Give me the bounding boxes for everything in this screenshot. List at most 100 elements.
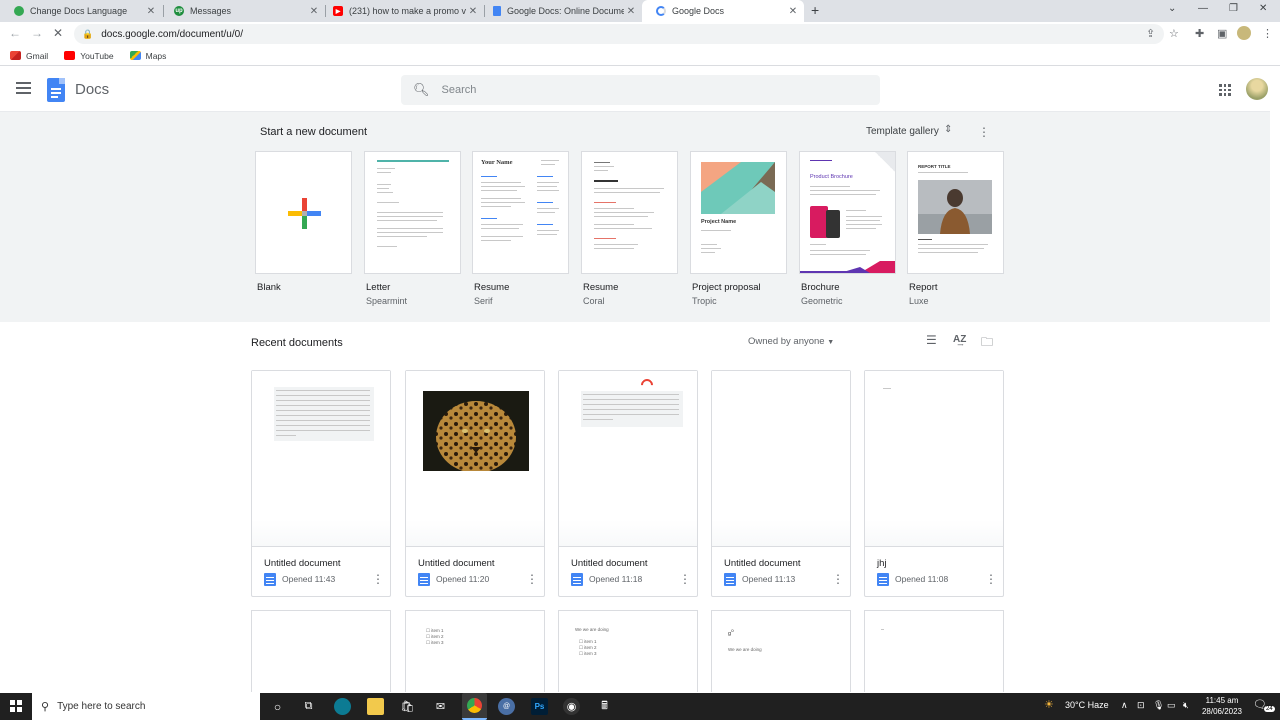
- bookmark-gmail[interactable]: Gmail: [10, 51, 48, 61]
- recent-document-card[interactable]: [864, 610, 1004, 692]
- browser-menu-icon[interactable]: ⋮: [1262, 27, 1273, 40]
- close-icon[interactable]: ✕: [144, 6, 158, 17]
- close-icon[interactable]: ✕: [466, 6, 480, 17]
- template-thumbnail[interactable]: REPORT TITLE: [907, 151, 1004, 274]
- document-more-icon[interactable]: ⋮: [679, 572, 691, 586]
- forward-icon[interactable]: →: [31, 26, 43, 40]
- recent-document-card[interactable]: Untitled document Opened 11:43 ⋮: [251, 370, 391, 597]
- window-close-icon[interactable]: ✕: [1259, 3, 1267, 14]
- bookmark-star-icon[interactable]: ☆: [1169, 27, 1179, 40]
- list-view-icon[interactable]: ☰: [926, 333, 937, 347]
- document-thumbnail[interactable]: [712, 371, 850, 547]
- expand-collapse-icon[interactable]: ⇕: [944, 124, 952, 135]
- browser-tab[interactable]: Google Docs: Online Document E ✕: [479, 0, 642, 22]
- weather-icon[interactable]: ☀: [1044, 698, 1054, 711]
- document-more-icon[interactable]: ⋮: [526, 572, 538, 586]
- task-view-icon[interactable]: ⧉: [300, 698, 317, 715]
- recent-document-card[interactable]: [251, 610, 391, 692]
- chrome-taskbar-button[interactable]: [462, 693, 487, 720]
- template-gallery-button[interactable]: Template gallery: [866, 126, 939, 137]
- recent-document-card[interactable]: We we are doing ☐ item 1 ☐ item 2 ☐ item…: [558, 610, 698, 692]
- extensions-icon[interactable]: ✚: [1195, 27, 1204, 40]
- google-apps-icon[interactable]: [1219, 84, 1231, 96]
- cortana-icon[interactable]: ○: [269, 698, 286, 715]
- template-blank[interactable]: Blank: [255, 151, 352, 293]
- weather-text[interactable]: 30°C Haze: [1065, 700, 1109, 710]
- owner-filter-dropdown[interactable]: Owned by anyone ▼: [748, 336, 834, 347]
- bookmark-youtube[interactable]: YouTube: [64, 51, 114, 61]
- template-thumbnail[interactable]: Project Name: [690, 151, 787, 274]
- new-tab-button[interactable]: +: [811, 2, 819, 18]
- docs-logo-icon[interactable]: [47, 78, 65, 102]
- recent-document-card[interactable]: Untitled document Opened 11:18 ⋮: [558, 370, 698, 597]
- template-brochure-geometric[interactable]: Product Brochure Brochure Geometric: [799, 151, 896, 306]
- account-avatar[interactable]: [1246, 78, 1268, 100]
- lock-icon[interactable]: 🔒: [82, 29, 93, 40]
- document-thumbnail[interactable]: [252, 371, 390, 547]
- calculator-icon[interactable]: 🖩: [596, 698, 613, 715]
- document-thumbnail[interactable]: [559, 371, 697, 547]
- taskbar-clock[interactable]: 11:45 am 28/06/2023: [1200, 695, 1244, 717]
- folder-picker-icon[interactable]: 🗀: [981, 333, 993, 354]
- recent-document-card[interactable]: Untitled document Opened 11:20 ⋮: [405, 370, 545, 597]
- browser-tab[interactable]: ▶ (231) how to make a promo vide ✕: [319, 0, 484, 22]
- template-project-proposal-tropic[interactable]: Project Name Project proposal Tropic: [690, 151, 787, 306]
- search-input[interactable]: 🔍︎ Search: [401, 75, 880, 105]
- app-title[interactable]: Docs: [75, 81, 109, 98]
- windows-start-icon[interactable]: [10, 700, 22, 712]
- tab-search-chevron-icon[interactable]: ⌄: [1168, 3, 1176, 14]
- photoshop-icon[interactable]: Ps: [531, 698, 548, 715]
- recent-document-card[interactable]: jhj Opened 11:08 ⋮: [864, 370, 1004, 597]
- volume-muted-icon[interactable]: 🔇︎: [1183, 700, 1189, 711]
- browser-tab[interactable]: up Messages ✕: [160, 0, 325, 22]
- edge-icon[interactable]: [334, 698, 351, 715]
- document-more-icon[interactable]: ⋮: [372, 572, 384, 586]
- tab-title: (231) how to make a promo vide: [349, 6, 466, 16]
- mail-icon[interactable]: ✉: [432, 698, 449, 715]
- battery-icon[interactable]: ▭: [1167, 700, 1176, 711]
- network-icon[interactable]: ⊡: [1137, 700, 1145, 711]
- close-icon[interactable]: ✕: [786, 6, 800, 17]
- close-icon[interactable]: ✕: [624, 6, 638, 17]
- template-thumbnail[interactable]: Your Name: [472, 151, 569, 274]
- recent-document-card[interactable]: Untitled document Opened 11:13 ⋮: [711, 370, 851, 597]
- taskbar-search-box[interactable]: ⚲ Type here to search: [32, 693, 260, 720]
- document-opened-time: Opened 11:20: [436, 574, 490, 584]
- file-explorer-icon[interactable]: [367, 698, 384, 715]
- template-report-luxe[interactable]: REPORT TITLE Report Luxe: [907, 151, 1004, 306]
- browser-tab[interactable]: Change Docs Language ✕: [0, 0, 162, 22]
- template-resume-serif[interactable]: Your Name Resume Serif: [472, 151, 569, 306]
- document-more-icon[interactable]: ⋮: [832, 572, 844, 586]
- main-menu-icon[interactable]: [16, 82, 31, 94]
- address-bar[interactable]: 🔒 docs.google.com/document/u/0/: [74, 24, 1164, 44]
- bookmark-maps[interactable]: Maps: [129, 51, 166, 61]
- document-more-icon[interactable]: ⋮: [985, 572, 997, 586]
- template-thumbnail[interactable]: [581, 151, 678, 274]
- share-icon[interactable]: ⇪: [1146, 27, 1155, 40]
- tray-overflow-icon[interactable]: ∧: [1121, 700, 1128, 711]
- template-more-icon[interactable]: ⋮: [978, 126, 990, 138]
- template-resume-coral[interactable]: Resume Coral: [581, 151, 678, 306]
- minimize-icon[interactable]: —: [1198, 3, 1208, 14]
- document-thumbnail[interactable]: [406, 371, 544, 547]
- microphone-icon[interactable]: 🎙︎: [1153, 700, 1164, 711]
- stop-loading-icon[interactable]: ✕: [53, 26, 63, 40]
- template-thumbnail[interactable]: Product Brochure: [799, 151, 896, 274]
- document-name: jhj: [877, 558, 887, 569]
- template-thumbnail[interactable]: [364, 151, 461, 274]
- document-thumbnail[interactable]: [865, 371, 1003, 547]
- obs-icon[interactable]: ◉: [563, 698, 580, 715]
- template-letter-spearmint[interactable]: Letter Spearmint: [364, 151, 461, 306]
- recent-document-card[interactable]: ☐ item 1 ☐ item 2 ☐ item 3: [405, 610, 545, 692]
- restore-icon[interactable]: ❐: [1229, 3, 1238, 14]
- store-icon[interactable]: 🛍︎: [399, 698, 416, 715]
- recent-document-card[interactable]: go We we are doing: [711, 610, 851, 692]
- template-thumbnail[interactable]: [255, 151, 352, 274]
- sort-icon[interactable]: A͢Z: [953, 334, 966, 345]
- search-icon[interactable]: 🔍︎: [413, 82, 430, 98]
- browser-tab-active[interactable]: Google Docs ✕: [642, 0, 804, 22]
- app-icon[interactable]: @: [498, 698, 515, 715]
- side-panel-icon[interactable]: ▣: [1217, 27, 1227, 40]
- back-icon[interactable]: ←: [9, 26, 21, 40]
- profile-avatar[interactable]: [1237, 26, 1251, 40]
